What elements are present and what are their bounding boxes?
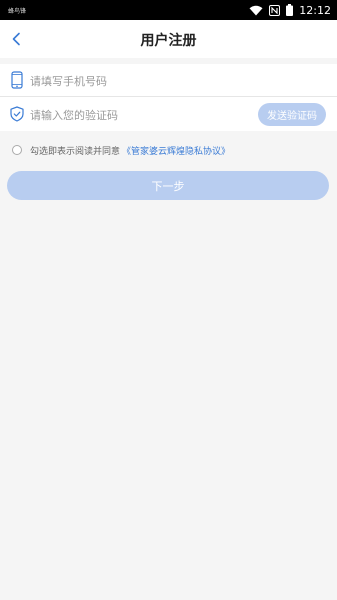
shield-check-icon (10, 105, 24, 123)
battery-icon (286, 1, 294, 20)
status-bar: 蜂鸟锋 12:12 (0, 0, 337, 20)
status-icons: 12:12 (249, 2, 331, 18)
phone-row (0, 64, 337, 97)
page-title: 用户注册 (140, 33, 197, 49)
next-step-button[interactable]: 下一步 (7, 171, 329, 200)
send-code-button[interactable]: 发送验证码 (258, 103, 326, 126)
verification-code-input[interactable] (30, 106, 250, 124)
privacy-policy-link[interactable]: 《管家婆云辉煌隐私协议》 (122, 144, 230, 157)
nav-bar: 用户注册 (0, 20, 337, 58)
status-time: 12:12 (299, 3, 331, 17)
agreement-checkbox[interactable] (12, 145, 22, 155)
status-carrier: 蜂鸟锋 (8, 8, 27, 15)
agreement-text: 勾选即表示阅读并同意 (30, 146, 121, 157)
phone-input[interactable] (30, 72, 250, 90)
nfc-icon (269, 1, 281, 20)
code-row: 发送验证码 (0, 98, 337, 131)
phone-icon (10, 71, 24, 89)
wifi-icon (249, 1, 263, 20)
agreement-row: 勾选即表示阅读并同意 《管家婆云辉煌隐私协议》 (0, 140, 337, 160)
registration-form: 发送验证码 (0, 64, 337, 131)
